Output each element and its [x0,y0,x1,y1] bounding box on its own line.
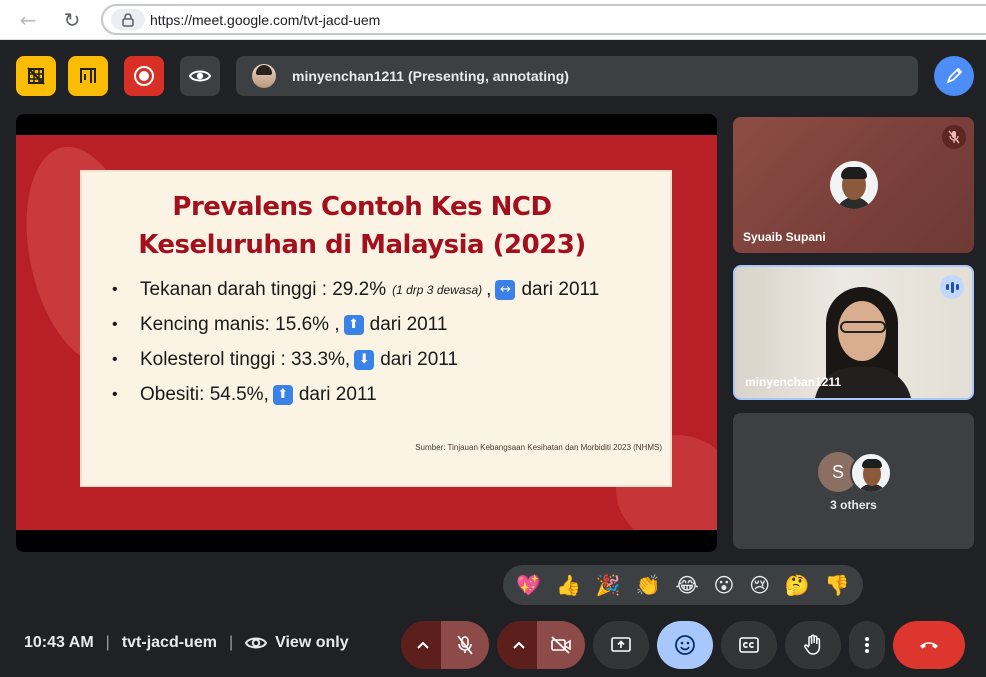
clap-reaction[interactable]: 👏 [636,573,661,597]
sad-reaction[interactable]: 😢 [749,573,770,597]
mic-toggle-button[interactable] [441,621,489,669]
camera-toggle-button[interactable] [537,621,585,669]
meeting-code: tvt-jacd-uem [121,634,217,651]
present-screen-icon [611,637,631,652]
divider: | [105,634,110,651]
record-icon [134,66,154,86]
captions-button[interactable] [721,621,777,669]
meeting-info: 10:43 AM | tvt-jacd-uem | View only [24,634,349,652]
party-popper-reaction[interactable]: 🎉 [596,573,621,597]
bullet-text: Obesiti: 54.5%, [140,383,269,405]
thinking-reaction[interactable]: 🤔 [785,573,810,597]
bullet-item: • Tekanan darah tinggi : 29.2% (1 drp 3 … [112,272,599,307]
view-mode-label: View only [275,634,349,651]
bullet-trend: dari 2011 [369,313,448,335]
more-options-button[interactable] [849,621,885,669]
mic-off-icon [457,635,473,655]
up-arrow-icon: ⬆ [272,384,293,405]
bullet-text: Tekanan darah tinggi : 29.2% [140,278,387,300]
grid-view-off-button[interactable] [16,56,56,96]
others-label: 3 others [830,498,877,512]
bullet-text: Kencing manis: 15.6% , [140,313,340,335]
presentation-area: Prevalens Contoh Kes NCD Keseluruhan di … [16,114,717,552]
audio-options-button[interactable] [401,621,445,669]
url-text[interactable]: https://meet.google.com/tvt-jacd-uem [150,12,380,28]
reactions-button[interactable] [657,621,713,669]
bullet-item: • Obesiti: 54.5%, ⬆ dari 2011 [112,377,599,412]
participant-tile[interactable]: minyenchan1211 [733,265,974,400]
bullet-dot: • [112,280,118,298]
presenter-banner[interactable]: minyenchan1211 (Presenting, annotating) [236,56,918,96]
frame-toggle-button[interactable] [68,56,108,96]
bullet-text: Kolesterol tinggi : 33.3%, [140,348,351,370]
raise-hand-icon [804,634,821,655]
browser-chrome: ← ↻ https://meet.google.com/tvt-jacd-uem [0,0,986,40]
annotate-button[interactable] [934,56,974,96]
others-avatars: S [733,452,974,494]
bullet-separator: , [486,278,492,300]
present-screen-button[interactable] [593,621,649,669]
divider: | [228,634,234,651]
participant-tile[interactable]: Syuaib Supani [733,117,974,253]
captions-icon [739,637,759,653]
eye-icon [245,637,268,649]
slide-title-line-1: Prevalens Contoh Kes NCD [172,192,552,222]
bullet-list: • Tekanan darah tinggi : 29.2% (1 drp 3 … [112,272,599,412]
bullet-trend: dari 2011 [298,383,377,405]
bullet-note: (1 drp 3 dewasa) [392,282,483,297]
site-info-icon[interactable] [111,9,145,30]
slide-paper: Prevalens Contoh Kes NCD Keseluruhan di … [82,172,670,485]
end-call-icon [920,642,938,649]
reload-icon[interactable]: ↻ [60,8,84,32]
bullet-dot: • [112,315,118,333]
bullet-dot: • [112,350,118,368]
participant-name: Syuaib Supani [743,230,826,244]
emoji-icon [675,635,695,655]
surprised-reaction[interactable]: 😮 [714,573,735,597]
slide-title-line-2: Keseluruhan di Malaysia (2023) [138,230,586,260]
slide: Prevalens Contoh Kes NCD Keseluruhan di … [16,135,717,530]
heart-reaction[interactable]: 💖 [516,573,541,597]
recording-button[interactable] [124,56,164,96]
thumbs-down-reaction[interactable]: 👎 [825,573,850,597]
presenter-label: minyenchan1211 (Presenting, annotating) [292,68,569,84]
pen-icon [946,67,963,84]
mic-off-icon [942,125,966,149]
participant-name: minyenchan1211 [745,375,842,389]
chevron-up-icon [513,641,525,649]
avatar [850,452,892,494]
frame-icon [80,68,96,83]
laugh-reaction[interactable]: 😂 [675,573,698,597]
bullet-item: • Kencing manis: 15.6% , ⬆ dari 2011 [112,307,599,342]
slide-source: Sumber: Tinjauan Kebangsaan Kesihatan da… [415,443,662,452]
others-tile[interactable]: S 3 others [733,413,974,549]
thumbs-up-reaction[interactable]: 👍 [556,573,581,597]
down-arrow-icon: ⬇ [354,349,375,370]
meeting-time: 10:43 AM [24,634,94,651]
camera-off-icon [551,636,571,654]
video-options-button[interactable] [497,621,541,669]
chevron-up-icon [417,641,429,649]
view-only-indicator[interactable]: View only [245,634,349,652]
bullet-trend: dari 2011 [521,278,600,300]
back-arrow-icon[interactable]: ← [16,8,40,32]
up-arrow-icon: ⬆ [343,314,364,335]
eye-icon [189,70,211,82]
reactions-bar: 💖 👍 🎉 👏 😂 😮 😢 🤔 👎 [503,565,863,605]
bullet-item: • Kolesterol tinggi : 33.3%, ⬇ dari 2011 [112,342,599,377]
grid-off-icon [27,67,45,85]
more-vert-icon [865,637,869,653]
visibility-button[interactable] [180,56,220,96]
leave-call-button[interactable] [893,621,965,669]
speaking-indicator-icon [940,275,964,299]
avatar [830,161,878,209]
bullet-trend: dari 2011 [380,348,459,370]
presenter-avatar [252,64,276,88]
raise-hand-button[interactable] [785,621,841,669]
bullet-dot: • [112,385,118,403]
left-right-arrow-icon: ↔ [495,279,516,300]
address-bar[interactable]: https://meet.google.com/tvt-jacd-uem [101,4,986,35]
slide-title: Prevalens Contoh Kes NCD Keseluruhan di … [82,188,642,264]
